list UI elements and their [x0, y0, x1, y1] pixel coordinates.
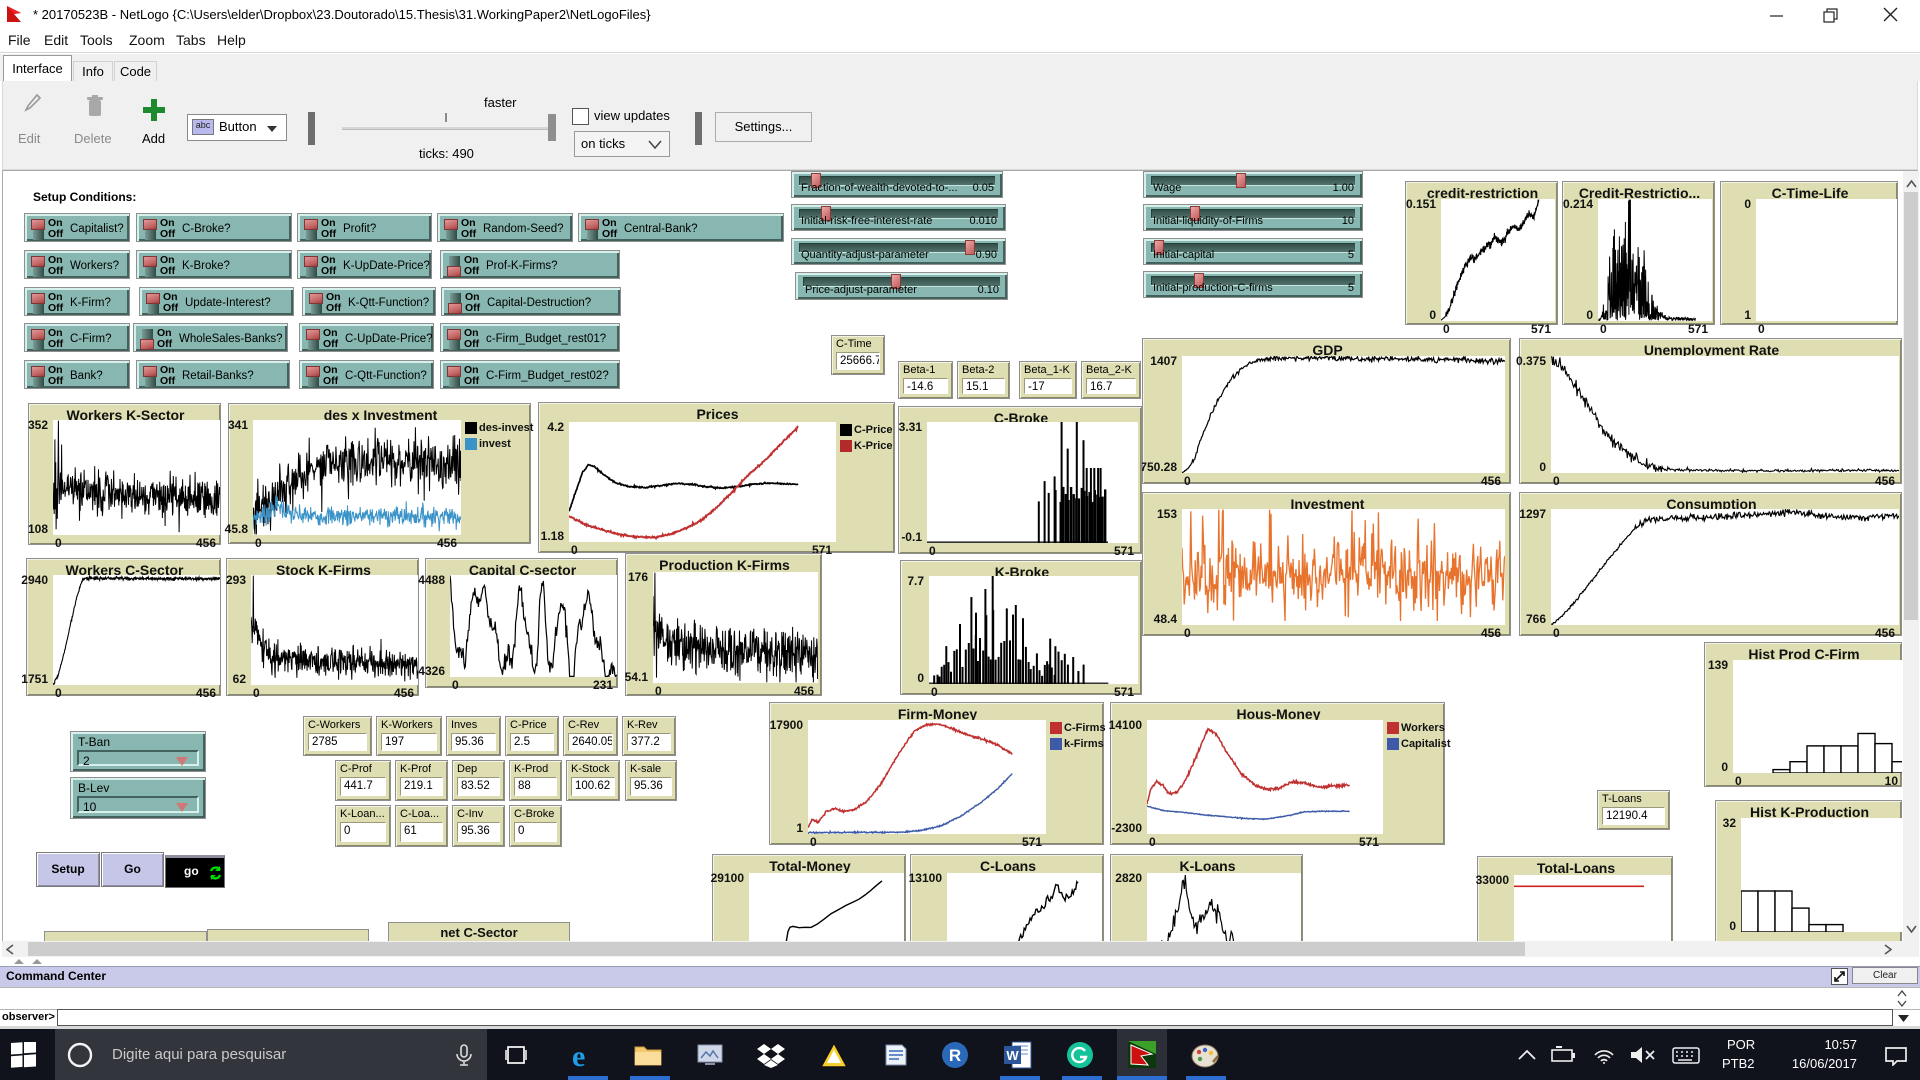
svg-text:W: W: [1006, 1048, 1019, 1063]
svg-text:R: R: [949, 1046, 961, 1065]
